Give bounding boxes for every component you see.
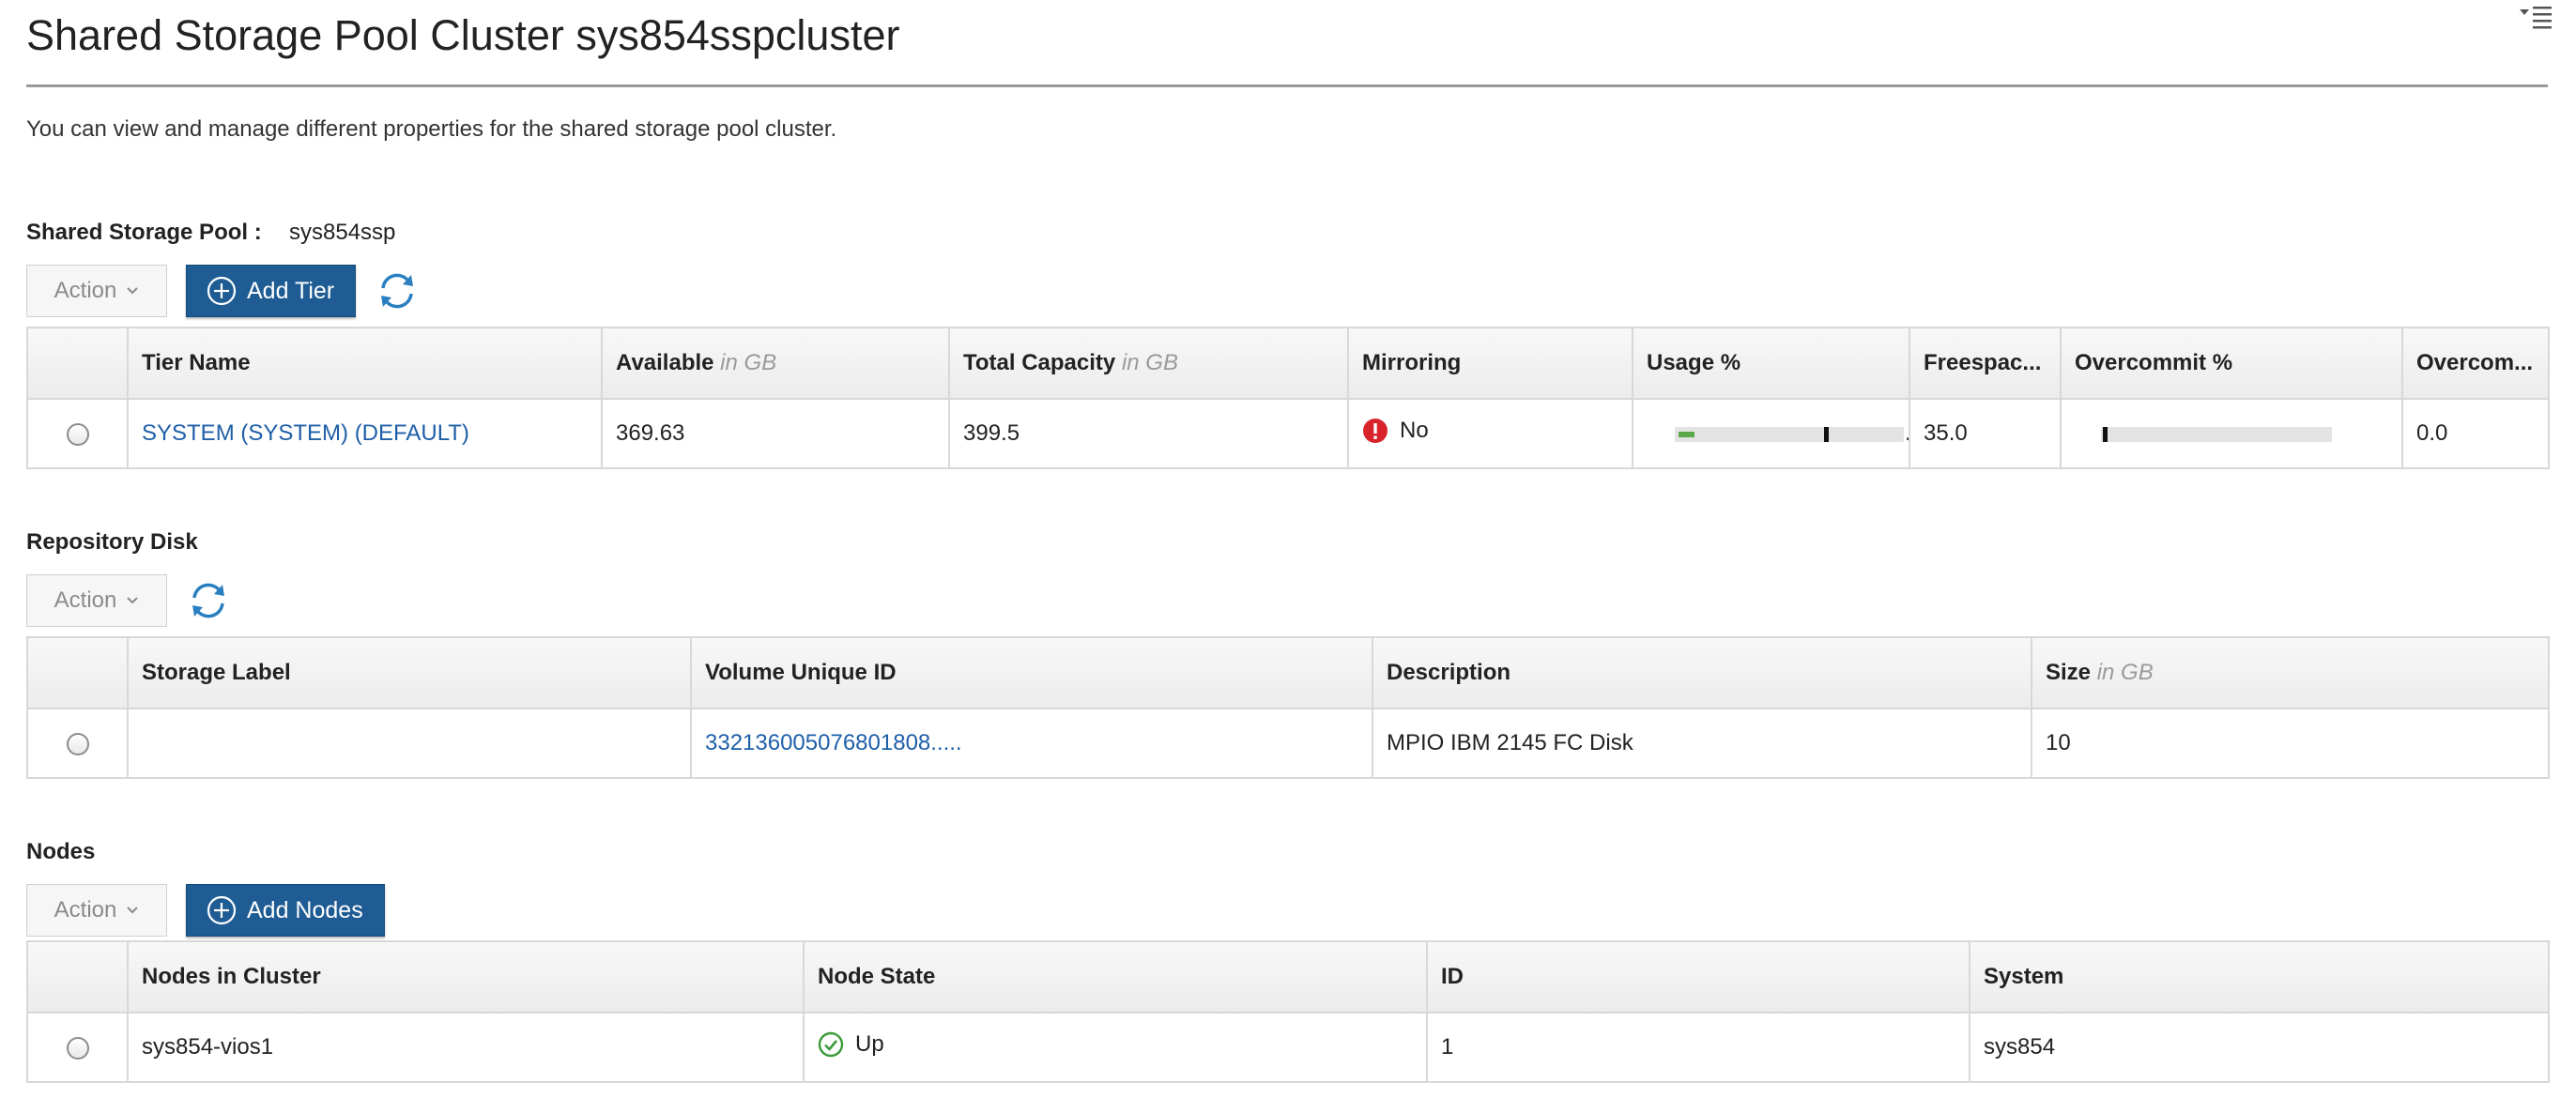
freespace-cell: 35.0: [1909, 398, 2062, 469]
error-icon: [1363, 418, 1388, 443]
tier-name-link[interactable]: SYSTEM (SYSTEM) (DEFAULT): [142, 420, 469, 446]
add-nodes-label: Add Nodes: [247, 896, 363, 923]
storage-label-cell: [127, 708, 692, 779]
row-radio[interactable]: [66, 732, 89, 755]
ssp-label: Shared Storage Pool :: [26, 220, 262, 245]
check-circle-icon: [818, 1031, 844, 1057]
volume-id-cell: 332136005076801808.....: [690, 708, 1373, 779]
node-name-header[interactable]: Nodes in Cluster: [127, 940, 805, 1014]
overcommit-percent-header[interactable]: Overcommit %: [2060, 327, 2403, 400]
node-id-cell: 1: [1426, 1012, 1970, 1083]
tier-refresh-button[interactable]: [375, 268, 420, 313]
overcommit-cell: 0.0: [2401, 398, 2550, 469]
unit-label: in GB: [2096, 660, 2154, 685]
select-column-header: [26, 327, 129, 400]
table-row[interactable]: SYSTEM (SYSTEM) (DEFAULT) 369.63 399.5 N…: [26, 398, 2550, 469]
total-capacity-header[interactable]: Total Capacity in GB: [948, 327, 1349, 400]
nodes-section-title: Nodes: [26, 839, 96, 864]
node-state-cell: Up: [803, 1012, 1428, 1083]
chevron-down-icon: [127, 597, 139, 604]
tier-table: Tier Name Available in GB Total Capacity…: [26, 327, 2550, 469]
usage-threshold-marker: [1824, 426, 1829, 442]
node-name-cell: sys854-vios1: [127, 1012, 805, 1083]
chevron-down-icon: [127, 287, 139, 295]
table-row[interactable]: 332136005076801808..... MPIO IBM 2145 FC…: [26, 708, 2550, 779]
nodes-action-label: Action: [54, 897, 117, 923]
description-cell: MPIO IBM 2145 FC Disk: [1372, 708, 2032, 779]
mirroring-header[interactable]: Mirroring: [1347, 327, 1633, 400]
tier-header-row: Tier Name Available in GB Total Capacity…: [26, 327, 2550, 400]
system-cell: sys854: [1969, 1012, 2550, 1083]
unit-label: in GB: [720, 350, 777, 375]
plus-circle-icon: [207, 276, 237, 306]
repository-refresh-button[interactable]: [186, 578, 231, 623]
select-column-header: [26, 940, 129, 1014]
page: Shared Storage Pool Cluster sys854sspclu…: [0, 0, 2576, 1098]
page-title: Shared Storage Pool Cluster sys854sspclu…: [26, 11, 900, 59]
row-select-cell: [26, 708, 129, 779]
overcommit-header[interactable]: Overcom...: [2401, 327, 2550, 400]
tier-action-button[interactable]: Action: [26, 265, 167, 317]
size-cell: 10: [2031, 708, 2550, 779]
tier-name-cell: SYSTEM (SYSTEM) (DEFAULT): [127, 398, 603, 469]
add-tier-button[interactable]: Add Tier: [186, 265, 357, 317]
volume-id-link[interactable]: 332136005076801808.....: [705, 730, 962, 755]
nodes-action-button[interactable]: Action: [26, 884, 167, 937]
node-state-value: Up: [855, 1030, 884, 1057]
row-radio[interactable]: [66, 1036, 89, 1060]
refresh-icon: [381, 273, 414, 309]
node-id-header[interactable]: ID: [1426, 940, 1970, 1014]
repository-table: Storage Label Volume Unique ID Descripti…: [26, 636, 2550, 779]
row-radio[interactable]: [66, 422, 89, 446]
mirroring-value: No: [1400, 417, 1429, 443]
page-description: You can view and manage different proper…: [26, 116, 837, 142]
usage-fill: [1679, 431, 1694, 437]
freespace-header[interactable]: Freespac...: [1909, 327, 2062, 400]
repository-action-button[interactable]: Action: [26, 574, 167, 627]
tier-name-header[interactable]: Tier Name: [127, 327, 603, 400]
available-header[interactable]: Available in GB: [601, 327, 950, 400]
unit-label: in GB: [1121, 350, 1178, 375]
ssp-value: sys854ssp: [289, 220, 396, 245]
add-tier-label: Add Tier: [247, 277, 335, 304]
repository-action-label: Action: [54, 587, 117, 613]
size-header[interactable]: Size in GB: [2031, 636, 2550, 709]
repository-toolbar: Action: [26, 572, 231, 629]
add-nodes-button[interactable]: Add Nodes: [186, 884, 385, 937]
overcommit-threshold-marker: [2103, 426, 2108, 442]
usage-header[interactable]: Usage %: [1632, 327, 1910, 400]
nodes-header-row: Nodes in Cluster Node State ID System: [26, 940, 2550, 1014]
plus-circle-icon: [207, 895, 237, 925]
nodes-toolbar: Action Add Nodes: [26, 882, 385, 938]
system-header[interactable]: System: [1969, 940, 2550, 1014]
overcommit-percent-cell: [2060, 398, 2403, 469]
select-column-header: [26, 636, 129, 709]
repository-header-row: Storage Label Volume Unique ID Descripti…: [26, 636, 2550, 709]
chevron-down-icon: [127, 907, 139, 914]
total-capacity-cell: 399.5: [948, 398, 1349, 469]
refresh-icon: [192, 583, 224, 618]
menu-list-icon[interactable]: [2518, 4, 2555, 32]
tier-toolbar: Action Add Tier: [26, 263, 420, 319]
description-header[interactable]: Description: [1372, 636, 2032, 709]
row-select-cell: [26, 1012, 129, 1083]
usage-cell: [1632, 398, 1910, 469]
tier-action-label: Action: [54, 278, 117, 303]
table-row[interactable]: sys854-vios1 Up 1 sys854: [26, 1012, 2550, 1083]
row-select-cell: [26, 398, 129, 469]
title-divider: [26, 84, 2548, 87]
repository-section-title: Repository Disk: [26, 529, 198, 555]
available-cell: 369.63: [601, 398, 950, 469]
node-state-header[interactable]: Node State: [803, 940, 1428, 1014]
volume-id-header[interactable]: Volume Unique ID: [690, 636, 1373, 709]
overcommit-meter: [2101, 426, 2332, 442]
storage-label-header[interactable]: Storage Label: [127, 636, 692, 709]
nodes-table: Nodes in Cluster Node State ID System sy…: [26, 940, 2550, 1083]
usage-meter: [1675, 426, 1904, 442]
mirroring-cell: No: [1347, 398, 1633, 469]
